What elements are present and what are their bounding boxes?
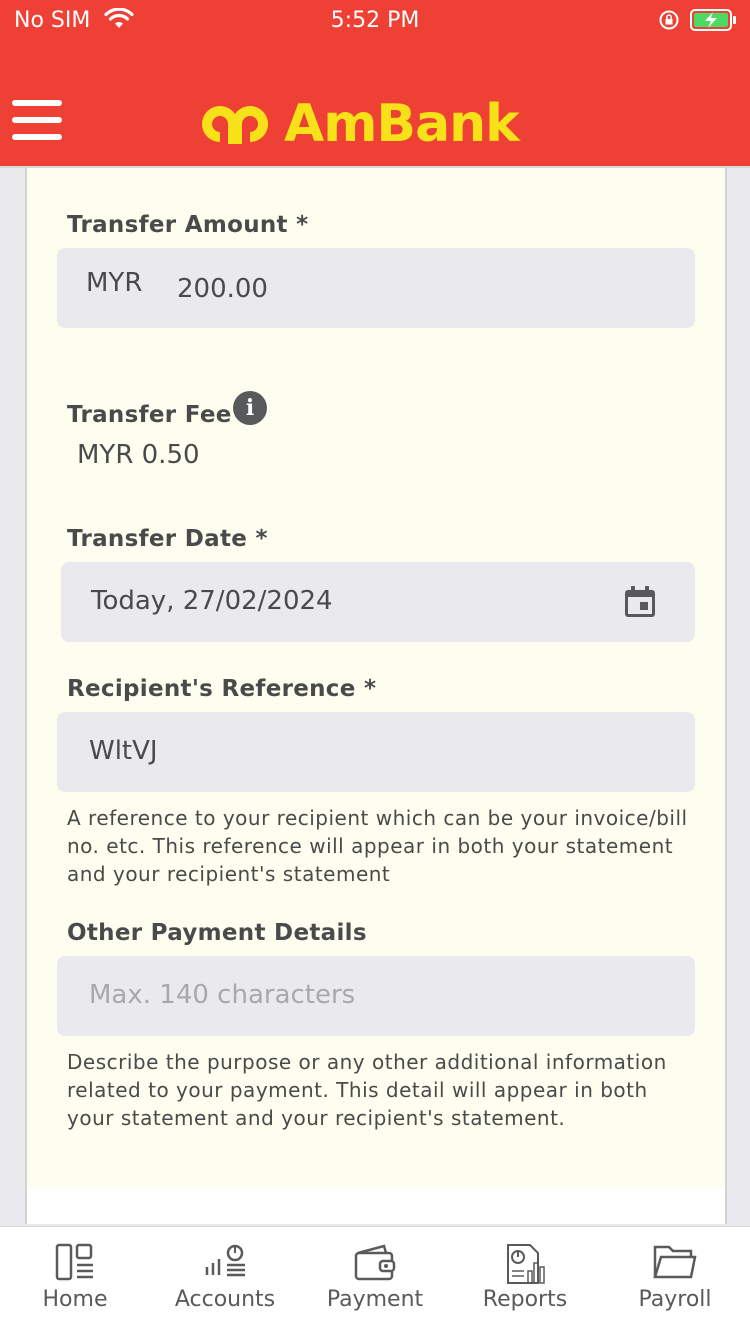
- tab-home[interactable]: Home: [0, 1227, 150, 1335]
- ambank-logo: AmBank: [196, 94, 520, 154]
- tab-accounts-label: Accounts: [174, 1287, 276, 1312]
- recipient-reference-field[interactable]: WltVJ: [57, 712, 695, 792]
- tab-reports[interactable]: Reports: [450, 1227, 600, 1335]
- other-payment-details-placeholder: Max. 140 characters: [89, 980, 356, 1010]
- recipient-reference-help: A reference to your recipient which can …: [67, 804, 688, 888]
- hamburger-menu-icon[interactable]: [12, 100, 62, 144]
- clock-time: 5:52 PM: [330, 8, 420, 33]
- accounts-icon: [203, 1243, 247, 1285]
- other-payment-details-field[interactable]: Max. 140 characters: [57, 956, 695, 1036]
- help-text-line: Describe the purpose or any other additi…: [67, 1050, 667, 1074]
- transfer-amount-field[interactable]: MYR 200.00: [57, 248, 695, 328]
- help-text-line: no. etc. This reference will appear in b…: [67, 834, 674, 858]
- battery-icon: [690, 8, 738, 36]
- info-icon[interactable]: i: [233, 391, 267, 425]
- reports-icon: [504, 1243, 546, 1289]
- help-text-line: related to your payment. This detail wil…: [67, 1078, 648, 1102]
- other-payment-details-help: Describe the purpose or any other additi…: [67, 1048, 667, 1132]
- help-text-line: and your recipient's statement: [67, 862, 391, 886]
- tab-reports-label: Reports: [482, 1287, 568, 1312]
- transfer-date-field[interactable]: Today, 27/02/2024: [61, 562, 695, 642]
- ambank-logo-mark-icon: [202, 105, 268, 144]
- folder-icon: [653, 1243, 697, 1285]
- home-icon: [55, 1243, 95, 1285]
- recipient-reference-label: Recipient's Reference *: [67, 676, 377, 702]
- orientation-lock-icon: [658, 9, 680, 35]
- tab-payroll-label: Payroll: [638, 1287, 712, 1312]
- bottom-tab-bar: Home Accounts Payment Reports Payroll: [0, 1226, 750, 1335]
- help-text-line: A reference to your recipient which can …: [67, 806, 688, 830]
- transfer-fee-value: MYR 0.50: [77, 440, 200, 470]
- recipient-reference-value: WltVJ: [89, 736, 158, 766]
- tab-accounts[interactable]: Accounts: [150, 1227, 300, 1335]
- calendar-icon[interactable]: [624, 586, 656, 622]
- currency-prefix: MYR: [86, 268, 143, 298]
- tab-payroll[interactable]: Payroll: [600, 1227, 750, 1335]
- other-payment-details-label: Other Payment Details: [67, 920, 367, 946]
- logo-text: AmBank: [284, 94, 520, 154]
- card-footer-area: [25, 1188, 727, 1224]
- transfer-date-label: Transfer Date *: [67, 526, 268, 552]
- wallet-icon: [354, 1243, 396, 1285]
- app-header: AmBank: [0, 40, 750, 168]
- transfer-date-value: Today, 27/02/2024: [91, 586, 333, 616]
- tab-payment-label: Payment: [326, 1287, 424, 1312]
- transfer-form-card: Transfer Amount * MYR 200.00 Transfer Fe…: [25, 168, 727, 1188]
- transfer-amount-value: 200.00: [177, 274, 268, 304]
- tab-payment[interactable]: Payment: [300, 1227, 450, 1335]
- transfer-amount-label: Transfer Amount *: [67, 212, 309, 238]
- status-bar: No SIM 5:52 PM: [0, 0, 750, 40]
- transfer-fee-label: Transfer Fee: [67, 402, 232, 428]
- tab-home-label: Home: [42, 1287, 108, 1312]
- help-text-line: your statement and your recipient's stat…: [67, 1106, 566, 1130]
